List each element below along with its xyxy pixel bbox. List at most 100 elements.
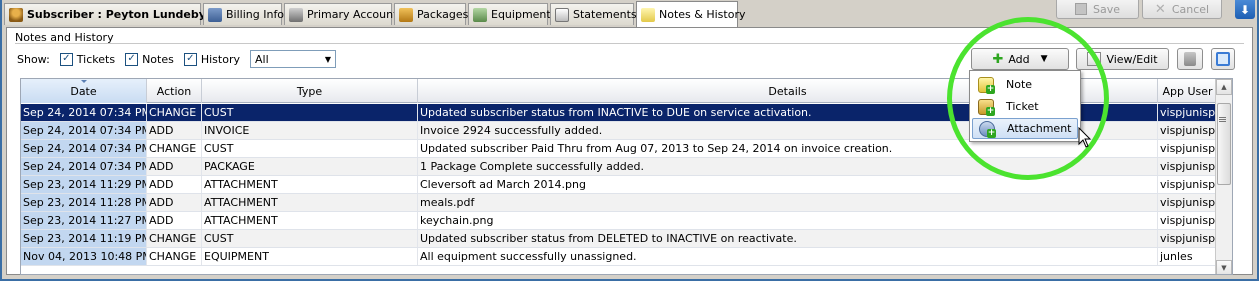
save-label: Save — [1092, 2, 1120, 16]
cell-date: Nov 04, 2013 10:48 PM — [21, 248, 147, 265]
cell-type: ATTACHMENT — [202, 194, 418, 211]
notes-icon — [641, 7, 655, 22]
ticket-add-icon: + — [978, 98, 995, 116]
search-button[interactable] — [1211, 48, 1235, 70]
save-button[interactable]: Save — [1056, 0, 1139, 19]
cell-app-user: vispjunisp — [1158, 176, 1218, 193]
tab-notes-label: Notes & History — [659, 8, 746, 21]
show-label: Show: — [17, 52, 50, 66]
table-row[interactable]: Sep 23, 2014 11:29 PM ADD ATTACHMENT Clever… — [21, 176, 1232, 194]
filter-select-value: All — [255, 52, 269, 66]
menu-item-ticket-label: Ticket — [1006, 100, 1039, 113]
column-header-action[interactable]: Action — [147, 79, 202, 103]
table-row[interactable]: Sep 24, 2014 07:34 PM CHANGE CUST Updated s… — [21, 140, 1232, 158]
scroll-up-icon[interactable]: ▲ — [1216, 79, 1232, 95]
view-edit-label: View/Edit — [1106, 52, 1158, 66]
tab-strip: Subscriber : Peyton Lundeby Billing Info… — [2, 0, 1257, 27]
mouse-pointer-icon — [1078, 127, 1092, 148]
package-icon — [399, 7, 413, 22]
cell-date: Sep 24, 2014 07:34 PM — [21, 122, 147, 139]
table-row[interactable]: Sep 23, 2014 11:28 PM ADD ATTACHMENT meals.… — [21, 194, 1232, 212]
add-label: Add — [1008, 52, 1030, 66]
search-icon — [1216, 52, 1230, 66]
cell-type: INVOICE — [202, 122, 418, 139]
column-header-action-label: Action — [156, 84, 192, 98]
cell-date: Sep 23, 2014 11:19 PM — [21, 230, 147, 247]
tab-notes-history[interactable]: Notes & History — [636, 1, 745, 27]
tab-packages[interactable]: Packages — [394, 3, 469, 25]
filter-select[interactable]: All ▼ — [250, 50, 336, 68]
notes-label: Notes — [142, 52, 174, 66]
cell-details: 1 Package Complete successfully added. — [418, 158, 1158, 175]
save-icon — [1074, 3, 1087, 15]
attachment-add-icon: + — [979, 120, 996, 138]
cancel-button[interactable]: ✕ Cancel — [1142, 0, 1222, 19]
tab-billing-info[interactable]: Billing Info — [203, 3, 285, 25]
column-header-app-user-label: App User — [1162, 84, 1213, 98]
column-header-details-label: Details — [768, 84, 807, 98]
cell-details: meals.pdf — [418, 194, 1158, 211]
dropdown-arrow-icon: ▼ — [1040, 54, 1048, 64]
column-header-type[interactable]: Type — [202, 79, 418, 103]
cell-type: CUST — [202, 230, 418, 247]
cell-app-user: vispjunisp — [1158, 158, 1218, 175]
notes-checkbox[interactable]: ✓ — [125, 52, 139, 66]
section-divider — [15, 43, 1244, 44]
column-header-date-label: Date — [70, 84, 97, 98]
tab-primary-label: Primary Account — [307, 8, 398, 21]
add-button[interactable]: ✚ Add ▼ — [971, 48, 1069, 70]
tab-equipment[interactable]: Equipment — [468, 3, 551, 25]
cell-details: keychain.png — [418, 212, 1158, 229]
sort-indicator-icon — [80, 80, 87, 83]
cell-type: ATTACHMENT — [202, 212, 418, 229]
cell-type: CUST — [202, 140, 418, 157]
menu-item-attachment[interactable]: + Attachment — [972, 118, 1078, 139]
column-header-date[interactable]: Date — [21, 79, 147, 103]
tickets-checkbox[interactable]: ✓ — [59, 52, 73, 66]
cell-type: ATTACHMENT — [202, 176, 418, 193]
cell-details: All equipment successfully unassigned. — [418, 248, 1158, 265]
cell-details: Updated subscriber Paid Thru from Aug 07… — [418, 140, 1158, 157]
notes-history-panel: Notes and History Show: ✓ Tickets ✓ Note… — [6, 27, 1253, 275]
column-header-app-user[interactable]: App User — [1158, 79, 1218, 103]
filter-bar: Show: ✓ Tickets ✓ Notes ✓ History All ▼ — [17, 50, 336, 68]
cell-details: Updated subscriber status from DELETED t… — [418, 230, 1158, 247]
cell-app-user: junles — [1158, 248, 1218, 265]
tickets-label: Tickets — [76, 52, 116, 66]
history-label: History — [200, 52, 240, 66]
statement-icon — [555, 7, 569, 22]
help-button[interactable]: ⬇ — [1235, 0, 1255, 19]
vertical-scrollbar[interactable]: ▲ ▼ — [1215, 79, 1232, 274]
subscriber-title-tab[interactable]: Subscriber : Peyton Lundeby — [4, 3, 206, 25]
table-row[interactable]: Sep 23, 2014 11:19 PM CHANGE CUST Updated s… — [21, 230, 1232, 248]
cell-date: Sep 24, 2014 07:34 PM — [21, 158, 147, 175]
menu-item-ticket[interactable]: + Ticket — [972, 96, 1078, 117]
table-row[interactable]: Nov 04, 2013 10:48 PM CHANGE EQUIPMENT All … — [21, 248, 1232, 266]
menu-item-note[interactable]: + Note — [972, 74, 1078, 95]
cell-type: PACKAGE — [202, 158, 418, 175]
chevron-down-icon: ▼ — [324, 54, 331, 64]
cell-app-user: vispjunisp — [1158, 212, 1218, 229]
view-edit-button[interactable]: View/Edit — [1076, 48, 1169, 70]
cell-date: Sep 24, 2014 07:34 PM — [21, 104, 147, 121]
history-checkbox[interactable]: ✓ — [183, 52, 197, 66]
cell-app-user: vispjunisp — [1158, 140, 1218, 157]
table-row[interactable]: Sep 24, 2014 07:34 PM ADD PACKAGE 1 Package… — [21, 158, 1232, 176]
cell-date: Sep 23, 2014 11:29 PM — [21, 176, 147, 193]
scrollbar-thumb[interactable] — [1217, 103, 1231, 185]
trash-icon — [1184, 52, 1196, 66]
tab-primary-account[interactable]: Primary Account — [284, 3, 397, 25]
billing-icon — [208, 7, 222, 22]
table-row[interactable]: Sep 23, 2014 11:27 PM ADD ATTACHMENT keycha… — [21, 212, 1232, 230]
tab-statements-label: Statements — [573, 8, 637, 21]
tab-statements[interactable]: Statements — [550, 3, 637, 25]
delete-button[interactable] — [1177, 48, 1203, 70]
cell-action: CHANGE — [147, 230, 202, 247]
tab-packages-label: Packages — [417, 8, 469, 21]
cell-app-user: vispjunisp — [1158, 104, 1218, 121]
cell-action: ADD — [147, 158, 202, 175]
tab-billing-label: Billing Info — [226, 8, 285, 21]
menu-item-note-label: Note — [1006, 78, 1033, 91]
account-icon — [289, 7, 303, 22]
scroll-down-icon[interactable]: ▼ — [1216, 260, 1232, 274]
